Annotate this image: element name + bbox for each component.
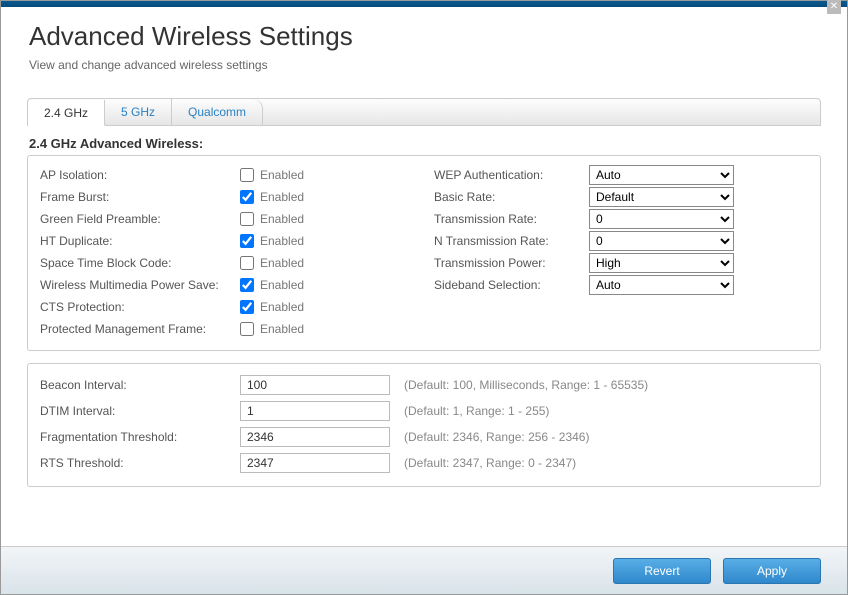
field-label: Transmission Rate: [434, 212, 589, 226]
field-label: Green Field Preamble: [40, 212, 240, 226]
select-row: WEP Authentication:Auto [434, 164, 808, 186]
enabled-checkbox[interactable] [240, 256, 254, 270]
numeric-row: DTIM Interval: (Default: 1, Range: 1 - 25… [40, 398, 808, 424]
enabled-label: Enabled [260, 190, 304, 204]
field-hint: (Default: 100, Milliseconds, Range: 1 - … [404, 378, 648, 392]
numeric-input[interactable] [240, 401, 390, 421]
select-row: Transmission Power:High [434, 252, 808, 274]
field-label: Frame Burst: [40, 190, 240, 204]
page-subtitle: View and change advanced wireless settin… [29, 58, 819, 72]
checkbox-panel: AP Isolation:EnabledFrame Burst:EnabledG… [27, 155, 821, 351]
field-label: Protected Management Frame: [40, 322, 240, 336]
numeric-input[interactable] [240, 453, 390, 473]
enabled-checkbox[interactable] [240, 168, 254, 182]
field-label: WEP Authentication: [434, 168, 589, 182]
enabled-checkbox[interactable] [240, 190, 254, 204]
field-label: RTS Threshold: [40, 456, 240, 470]
select-row: Basic Rate:Default [434, 186, 808, 208]
numeric-row: Fragmentation Threshold: (Default: 2346, … [40, 424, 808, 450]
tab-5ghz[interactable]: 5 GHz [105, 99, 172, 125]
page-title: Advanced Wireless Settings [29, 21, 819, 52]
dialog-footer: Revert Apply [1, 546, 847, 594]
field-hint: (Default: 2346, Range: 256 - 2346) [404, 430, 589, 444]
field-label: AP Isolation: [40, 168, 240, 182]
checkbox-row: Protected Management Frame: Enabled [40, 318, 414, 340]
numeric-panel: Beacon Interval: (Default: 100, Milliseco… [27, 363, 821, 487]
numeric-row: RTS Threshold: (Default: 2347, Range: 0 -… [40, 450, 808, 476]
numeric-input[interactable] [240, 375, 390, 395]
right-select-column: WEP Authentication:AutoBasic Rate:Defaul… [434, 164, 808, 340]
enabled-checkbox[interactable] [240, 234, 254, 248]
enabled-label: Enabled [260, 278, 304, 292]
dialog-body: 2.4 GHz 5 GHz Qualcomm 2.4 GHz Advanced … [1, 80, 847, 546]
field-label: Space Time Block Code: [40, 256, 240, 270]
value-select[interactable]: Default [589, 187, 734, 207]
enabled-checkbox[interactable] [240, 278, 254, 292]
field-label: Beacon Interval: [40, 378, 240, 392]
enabled-label: Enabled [260, 168, 304, 182]
left-checkbox-column: AP Isolation:EnabledFrame Burst:EnabledG… [40, 164, 414, 340]
tab-bar: 2.4 GHz 5 GHz Qualcomm [27, 98, 821, 126]
field-label: CTS Protection: [40, 300, 240, 314]
field-hint: (Default: 2347, Range: 0 - 2347) [404, 456, 576, 470]
select-row: N Transmission Rate:0 [434, 230, 808, 252]
enabled-checkbox[interactable] [240, 212, 254, 226]
enabled-label: Enabled [260, 300, 304, 314]
field-label: HT Duplicate: [40, 234, 240, 248]
enabled-checkbox[interactable] [240, 322, 254, 336]
section-title: 2.4 GHz Advanced Wireless: [29, 136, 821, 151]
enabled-label: Enabled [260, 322, 304, 336]
numeric-input[interactable] [240, 427, 390, 447]
enabled-label: Enabled [260, 234, 304, 248]
dialog-header: Advanced Wireless Settings View and chan… [1, 7, 847, 80]
value-select[interactable]: Auto [589, 275, 734, 295]
checkbox-row: AP Isolation: Enabled [40, 164, 414, 186]
checkbox-row: CTS Protection: Enabled [40, 296, 414, 318]
revert-button[interactable]: Revert [613, 558, 711, 584]
apply-button[interactable]: Apply [723, 558, 821, 584]
value-select[interactable]: Auto [589, 165, 734, 185]
field-label: N Transmission Rate: [434, 234, 589, 248]
enabled-label: Enabled [260, 256, 304, 270]
value-select[interactable]: High [589, 253, 734, 273]
checkbox-row: Wireless Multimedia Power Save: Enabled [40, 274, 414, 296]
field-label: Basic Rate: [434, 190, 589, 204]
numeric-row: Beacon Interval: (Default: 100, Milliseco… [40, 372, 808, 398]
settings-dialog: ✕ Advanced Wireless Settings View and ch… [0, 0, 848, 595]
checkbox-row: Frame Burst: Enabled [40, 186, 414, 208]
checkbox-row: Space Time Block Code: Enabled [40, 252, 414, 274]
field-label: Fragmentation Threshold: [40, 430, 240, 444]
select-row: Sideband Selection:Auto [434, 274, 808, 296]
value-select[interactable]: 0 [589, 209, 734, 229]
field-hint: (Default: 1, Range: 1 - 255) [404, 404, 549, 418]
tab-qualcomm[interactable]: Qualcomm [172, 99, 263, 125]
title-bar [1, 1, 847, 7]
enabled-checkbox[interactable] [240, 300, 254, 314]
checkbox-row: HT Duplicate: Enabled [40, 230, 414, 252]
value-select[interactable]: 0 [589, 231, 734, 251]
close-icon[interactable]: ✕ [827, 0, 841, 14]
field-label: Sideband Selection: [434, 278, 589, 292]
field-label: Wireless Multimedia Power Save: [40, 278, 240, 292]
tab-24ghz[interactable]: 2.4 GHz [28, 100, 105, 126]
checkbox-row: Green Field Preamble: Enabled [40, 208, 414, 230]
enabled-label: Enabled [260, 212, 304, 226]
select-row: Transmission Rate:0 [434, 208, 808, 230]
field-label: Transmission Power: [434, 256, 589, 270]
field-label: DTIM Interval: [40, 404, 240, 418]
